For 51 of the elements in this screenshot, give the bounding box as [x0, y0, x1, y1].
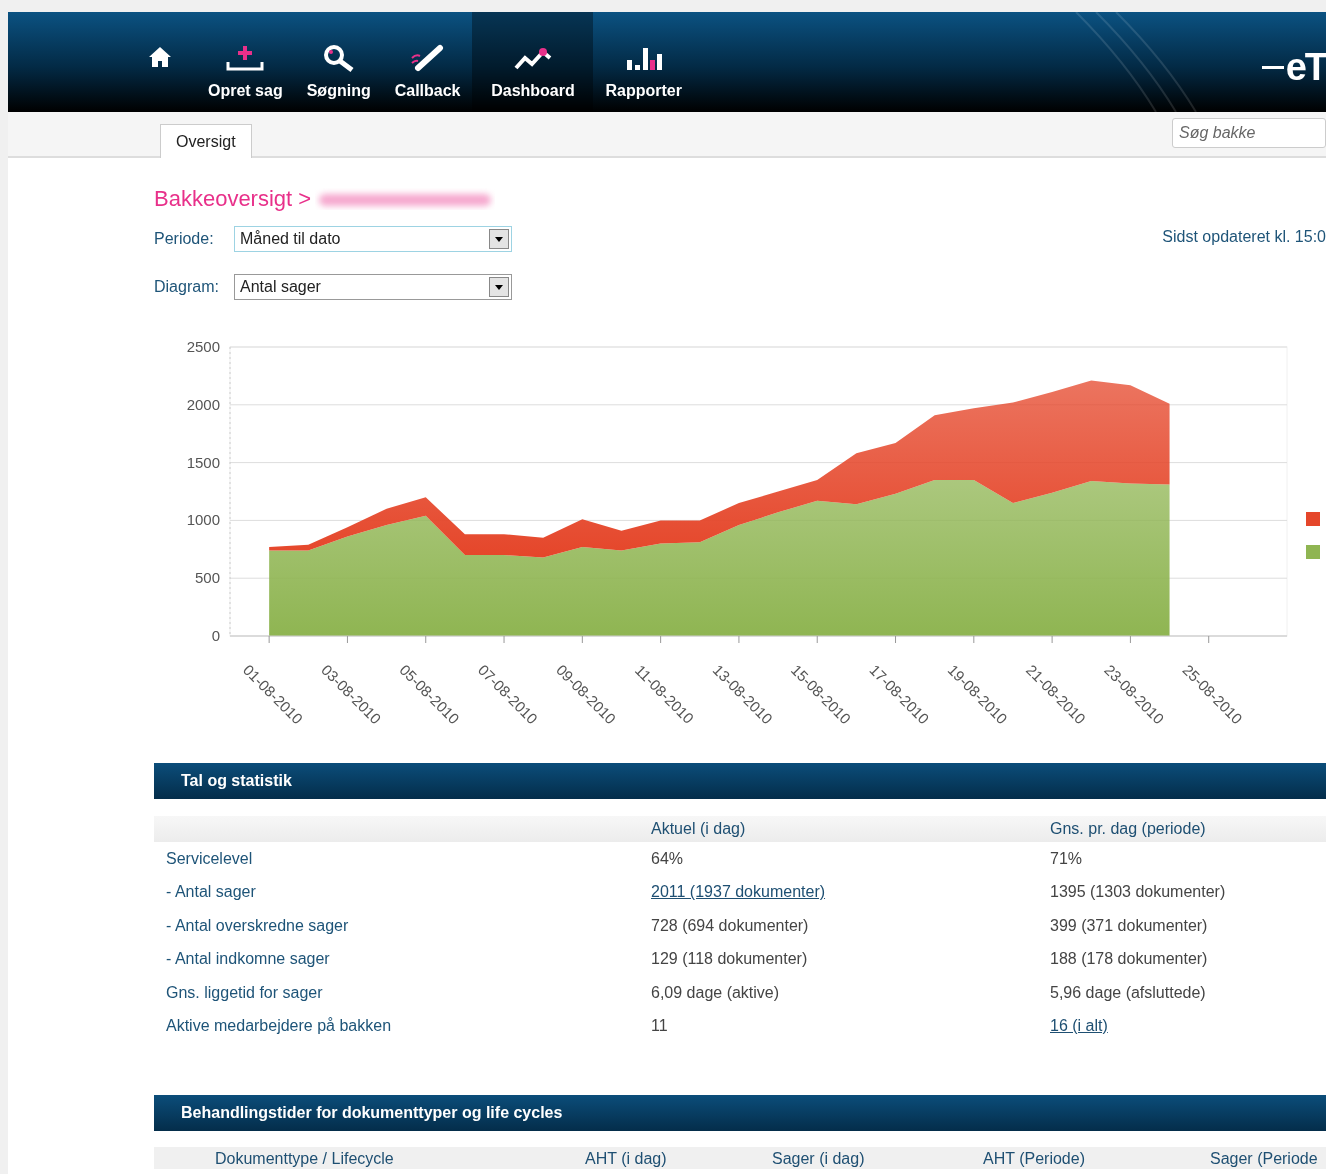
breadcrumb[interactable]: Bakkeoversigt > [154, 186, 312, 212]
row-label: Servicelevel [165, 849, 254, 868]
table-cell: 728 (694 dokumenter) [651, 916, 809, 934]
phone-icon [409, 44, 446, 72]
y-axis-label: 2000 [186, 395, 220, 413]
filter-label: Periode: [154, 230, 215, 248]
table-cell: 71% [1050, 849, 1083, 867]
table-cell: 188 (178 dokumenter) [1050, 950, 1208, 968]
home-button[interactable] [148, 46, 172, 68]
row-label: - Antal overskredne sager [165, 916, 350, 935]
table-cell: 64% [651, 849, 684, 867]
y-axis-label: 1500 [186, 453, 220, 471]
section-header: Tal og statistik [154, 763, 1326, 799]
y-axis-label: 500 [194, 569, 220, 587]
filter-label: Diagram: [154, 278, 220, 296]
table-cell: 129 (118 dokumenter) [651, 950, 808, 968]
column-header: Dokumenttype / Lifecycle [215, 1150, 394, 1168]
section-header: Behandlingstider for dokumenttyper og life cycles [154, 1095, 1326, 1131]
table-cell: 5,96 dage (afsluttede) [1050, 983, 1206, 1001]
nav-item[interactable]: Opret sag [196, 12, 295, 112]
column-header: Aktuel (i dag) [651, 820, 747, 838]
nav-item[interactable]: Søgning [294, 12, 383, 112]
y-axis-label: 2500 [186, 338, 220, 355]
row-label: Aktive medarbejdere på bakken [165, 1017, 393, 1036]
home-icon [148, 46, 172, 68]
table-cell: 1395 (1303 dokumenter) [1050, 883, 1226, 901]
last-updated-text: Sidst opdateret kl. 15:0 [1162, 228, 1326, 246]
value-link[interactable]: 2011 (1937 dokumenter) [651, 883, 826, 901]
value-link[interactable]: 16 (i alt) [1050, 1017, 1108, 1035]
tab[interactable]: Oversigt [160, 124, 252, 158]
dropdown[interactable]: Antal sager [234, 274, 512, 300]
table-cell: 11 [651, 1017, 668, 1035]
nav-item[interactable]: Rapporter [593, 12, 694, 112]
dropdown[interactable]: Måned til dato [234, 226, 512, 252]
row-label: - Antal indkomne sager [165, 950, 331, 969]
add-case-icon [226, 44, 265, 72]
table-cell: 399 (371 dokumenter) [1050, 916, 1208, 934]
nav-item[interactable]: Callback [382, 12, 473, 112]
table-cell: 6,09 dage (aktive) [651, 983, 780, 1001]
column-header: AHT (i dag) [585, 1150, 667, 1168]
y-axis-label: 0 [211, 627, 220, 644]
search-field[interactable]: Søg bakke [1172, 118, 1326, 148]
logo: eT [1261, 48, 1326, 86]
column-header: AHT (Periode) [983, 1150, 1085, 1168]
row-label: Gns. liggetid for sager [165, 983, 324, 1002]
y-axis-label: 1000 [186, 511, 220, 529]
column-header: Sager (i dag) [772, 1150, 865, 1168]
column-header: Gns. pr. dag (periode) [1050, 820, 1207, 838]
column-header: Sager (Periode [1210, 1150, 1318, 1168]
search-icon [321, 44, 356, 72]
row-label: - Antal sager [165, 883, 257, 902]
